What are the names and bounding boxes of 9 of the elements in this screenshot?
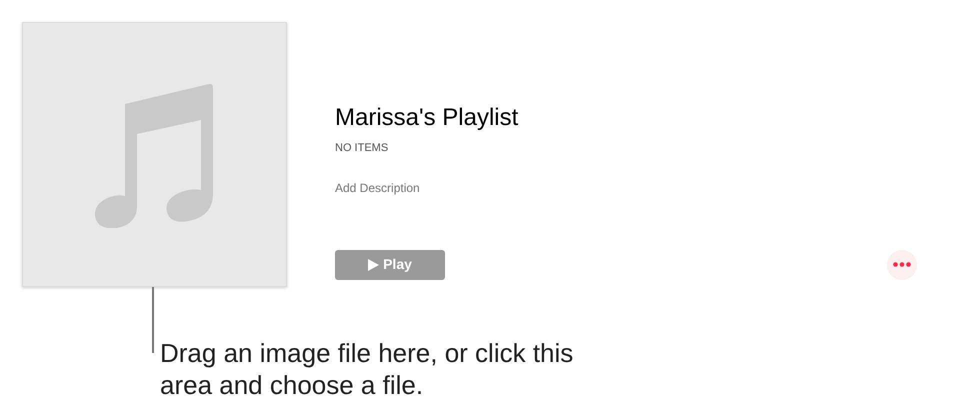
callout-text: Drag an image file here, or click this area and choose a file. (160, 337, 574, 401)
play-icon (368, 258, 380, 270)
more-icon (893, 262, 911, 267)
item-count: NO ITEMS (335, 141, 390, 156)
playlist-title: Marissa's Playlist (335, 103, 520, 133)
leader-line (152, 287, 154, 353)
description-field[interactable]: Add Description (335, 178, 535, 196)
music-note-icon (94, 82, 214, 228)
more-button[interactable] (887, 250, 917, 280)
